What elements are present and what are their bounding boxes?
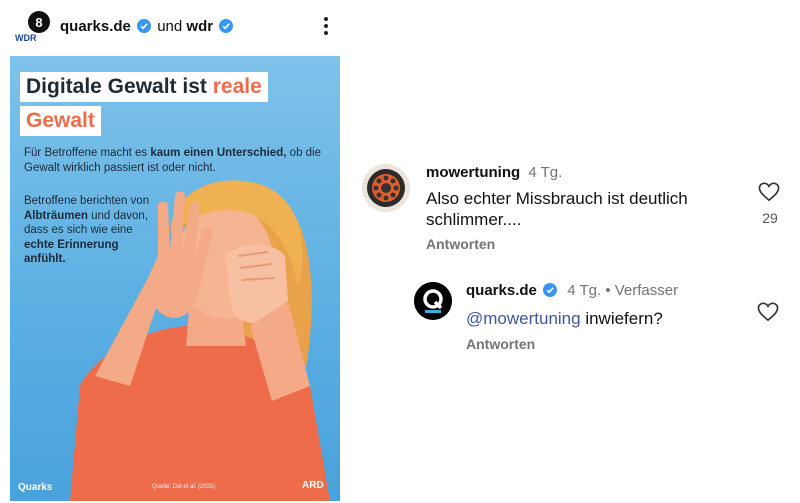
comment-text: @mowertuning inwiefern? (466, 309, 663, 328)
like-count: 29 (762, 210, 778, 226)
mowertuning-avatar[interactable] (362, 164, 410, 212)
verified-icon (219, 19, 234, 33)
mention-link[interactable]: @mowertuning (466, 309, 581, 328)
post-author-line: quarks.de und wdr (60, 18, 235, 35)
meta-separator: • (605, 282, 611, 299)
author-username[interactable]: quarks.de (60, 18, 131, 35)
quarks-logo: Quarks (18, 482, 53, 493)
comment-time: 4 Tg. (528, 164, 563, 181)
comment-text: Also echter Missbrauch ist deutlich schl… (426, 189, 688, 229)
poster-source: Quelle: Dal et al. (2025) (152, 484, 216, 490)
connector-text: und (157, 18, 183, 35)
like-heart-icon[interactable] (757, 302, 779, 322)
comment-meta: mowertuning 4 Tg. (426, 164, 562, 181)
poster-paragraph-1: Für Betroffene macht es kaum einen Unter… (24, 147, 322, 174)
comment-meta: quarks.de 4 Tg. • Verfasser (466, 282, 678, 299)
post-header: 8 WDR quarks.de und wdr (14, 8, 344, 48)
collaborator-username[interactable]: wdr (186, 18, 213, 35)
like-heart-icon[interactable] (758, 182, 780, 202)
wdr-avatar[interactable]: 8 WDR (14, 10, 52, 44)
author-role-label: Verfasser (614, 282, 679, 299)
reply-button[interactable]: Antworten (466, 336, 535, 352)
poster-title-line2: Gewalt (20, 106, 101, 136)
post-image[interactable]: Digitale Gewalt ist reale Gewalt Für Bet… (10, 56, 340, 501)
verified-icon (137, 19, 152, 33)
svg-text:8: 8 (35, 15, 42, 30)
poster-title-line1: Digitale Gewalt ist reale (20, 72, 268, 102)
quarks-avatar[interactable] (414, 282, 452, 320)
svg-text:WDR: WDR (15, 33, 37, 43)
more-options-icon[interactable] (320, 14, 332, 38)
comment-username[interactable]: mowertuning (426, 164, 520, 181)
verified-icon (543, 283, 558, 297)
comment-username[interactable]: quarks.de (466, 282, 537, 299)
reply-button[interactable]: Antworten (426, 236, 495, 252)
ard-logo: ARD (302, 480, 324, 491)
comment-time: 4 Tg. (567, 282, 602, 299)
poster-paragraph-2: Betroffene berichten von Albträumen und … (24, 195, 150, 265)
